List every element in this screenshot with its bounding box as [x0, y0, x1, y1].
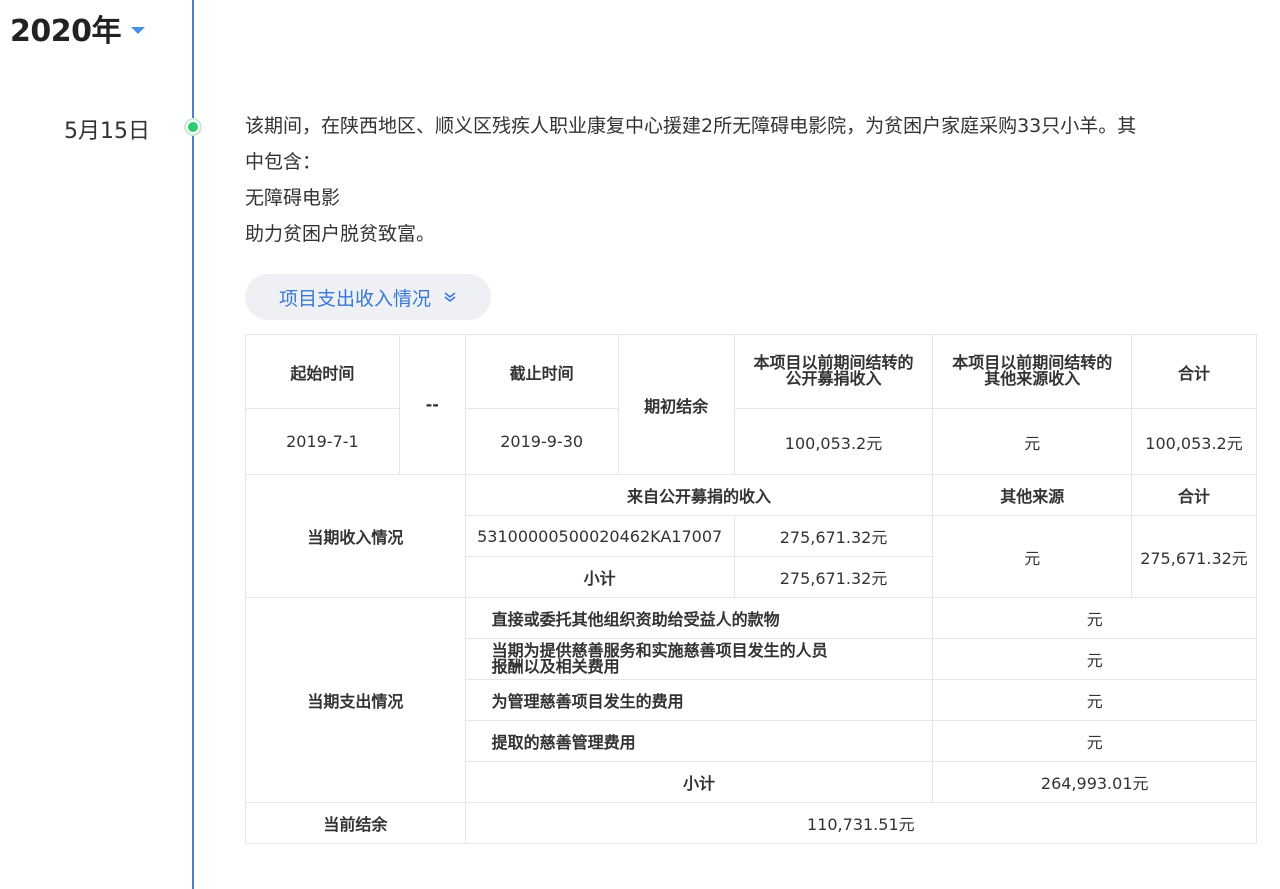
entry-date: 5月15日 — [64, 119, 150, 144]
expense-item-value: 元 — [932, 720, 1257, 762]
timeline-dot-icon — [184, 118, 202, 136]
entry-line: 中包含： — [245, 151, 322, 173]
donation-record-amount: 275,671.32元 — [733, 515, 934, 557]
other-source-value: 元 — [932, 515, 1133, 598]
public-income-header: 来自公开募捐的收入 — [464, 474, 934, 516]
expense-subtotal-value: 264,993.01元 — [932, 761, 1257, 803]
expense-item-label-line2: 报酬以及相关费用 — [491, 656, 620, 676]
year-label: 2020年 — [10, 14, 122, 49]
start-date: 2019-7-1 — [245, 408, 400, 475]
total-header: 合计 — [1131, 334, 1257, 409]
expense-item-value: 元 — [932, 638, 1257, 680]
income-section-label: 当期收入情况 — [245, 474, 466, 598]
opening-balance-header: 期初结余 — [617, 334, 735, 475]
expense-item-label: 为管理慈善项目发生的费用 — [464, 679, 934, 721]
toggle-label: 项目支出收入情况 — [279, 287, 432, 310]
income-subtotal-label: 小计 — [464, 556, 735, 598]
double-chevron-down-icon — [444, 292, 456, 303]
expense-item-value: 元 — [932, 597, 1257, 639]
end-date: 2019-9-30 — [464, 408, 619, 475]
entry-body: 该期间，在陕西地区、顺义区残疾人职业康复中心援建2所无障碍电影院，为贫困户家庭采… — [245, 108, 1245, 320]
donation-record-number: 53100000500020462KA17007 — [464, 515, 735, 557]
income-expense-toggle-button[interactable]: 项目支出收入情况 — [245, 274, 492, 320]
year-selector[interactable]: 2020年 — [10, 6, 145, 50]
other-prev-header: 本项目以前期间结转的 其他来源收入 — [932, 334, 1133, 409]
income-total-header: 合计 — [1131, 474, 1257, 516]
period-total-value: 100,053.2元 — [1131, 408, 1257, 475]
expense-item-label: 直接或委托其他组织资助给受益人的款物 — [464, 597, 934, 639]
current-balance-value: 110,731.51元 — [464, 802, 1258, 844]
entry-line: 该期间，在陕西地区、顺义区残疾人职业康复中心援建2所无障碍电影院，为贫困户家庭采… — [245, 115, 1137, 137]
expense-subtotal-label: 小计 — [464, 761, 934, 803]
public-prev-header-line2: 公开募捐收入 — [785, 369, 882, 388]
end-time-header: 截止时间 — [464, 334, 619, 409]
income-total-value: 275,671.32元 — [1131, 515, 1257, 598]
expense-item-label: 当期为提供慈善服务和实施慈善项目发生的人员 报酬以及相关费用 — [464, 638, 934, 680]
current-balance-label: 当前结余 — [245, 802, 466, 844]
expense-item-value: 元 — [932, 679, 1257, 721]
caret-down-icon — [131, 26, 145, 34]
other-prev-header-line2: 其他来源收入 — [984, 369, 1081, 388]
expense-section-label: 当期支出情况 — [245, 597, 466, 803]
income-subtotal-amount: 275,671.32元 — [733, 556, 934, 598]
other-source-header: 其他来源 — [932, 474, 1133, 516]
entry-line: 无障碍电影 — [245, 187, 341, 209]
public-prev-header: 本项目以前期间结转的 公开募捐收入 — [733, 334, 934, 409]
expense-item-label: 提取的慈善管理费用 — [464, 720, 934, 762]
entry-description: 该期间，在陕西地区、顺义区残疾人职业康复中心援建2所无障碍电影院，为贫困户家庭采… — [245, 108, 1245, 252]
other-prev-value: 元 — [932, 408, 1133, 475]
public-prev-value: 100,053.2元 — [733, 408, 934, 475]
finance-table: 起始时间 -- 截止时间 期初结余 本项目以前期间结转的 公开募捐收入 本项目以前… — [245, 334, 1258, 844]
entry-line: 助力贫困户脱贫致富。 — [245, 223, 436, 245]
start-time-header: 起始时间 — [245, 334, 400, 409]
dash-separator: -- — [398, 334, 466, 475]
